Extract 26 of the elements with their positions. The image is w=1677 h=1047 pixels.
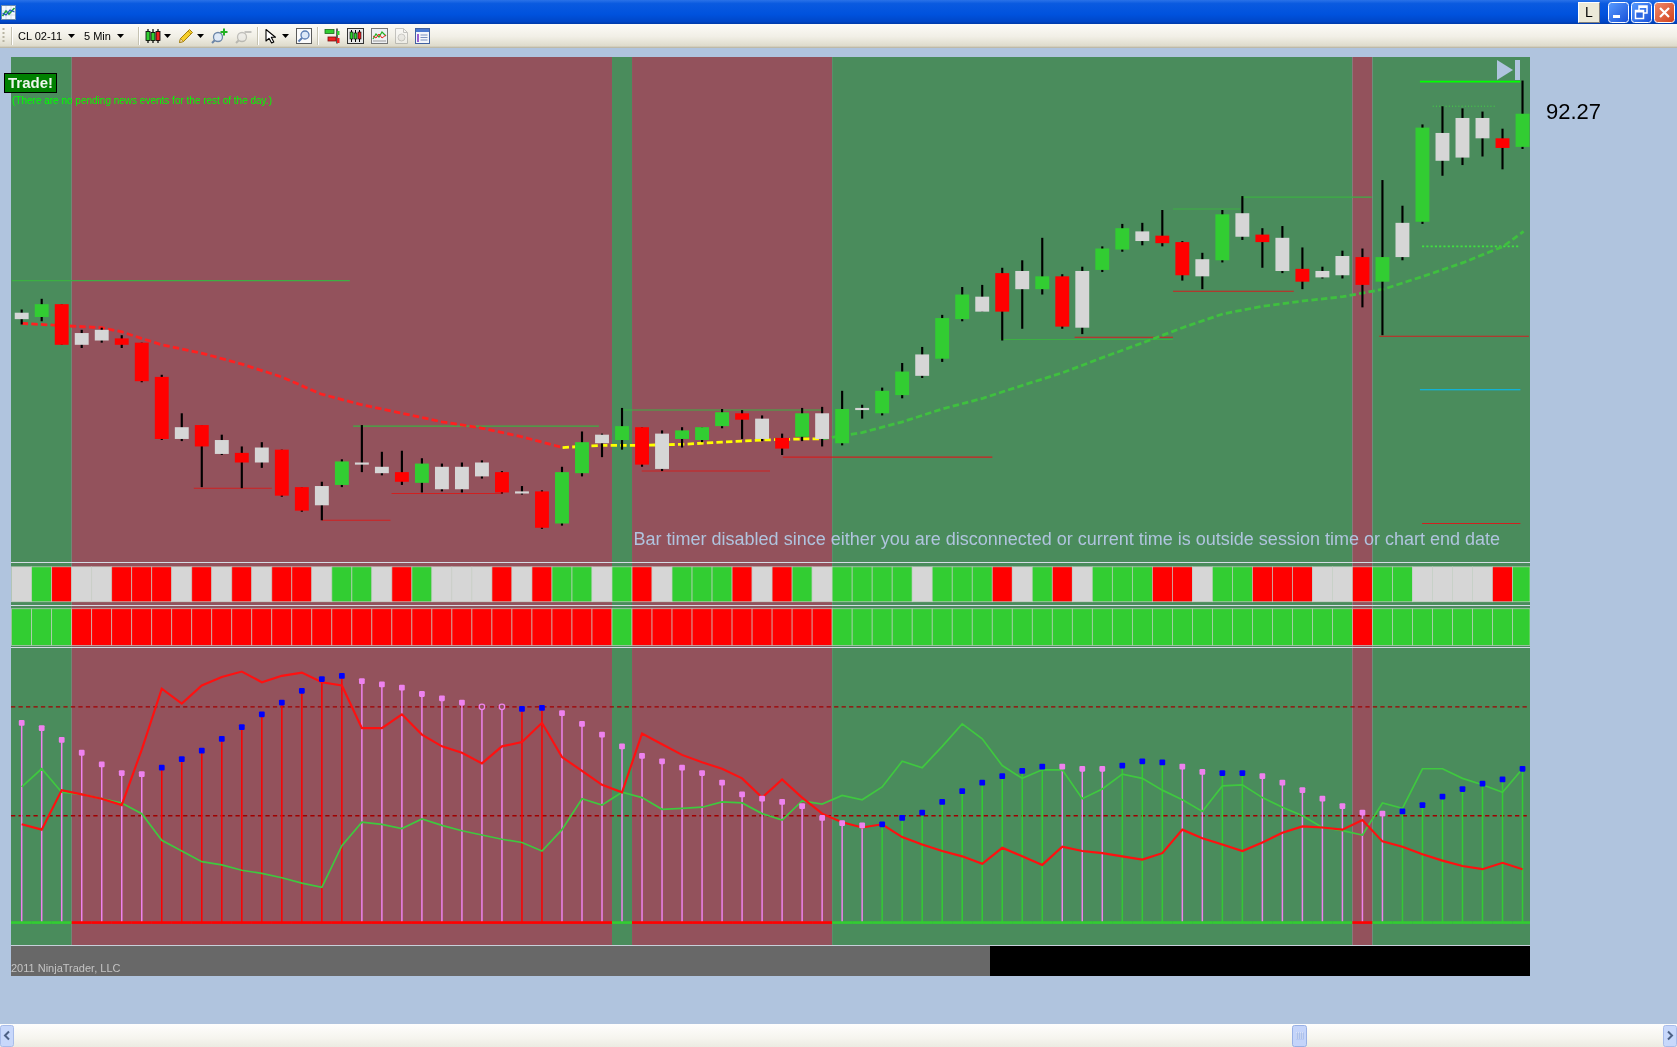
caret-icon[interactable] [196, 33, 204, 38]
candlestick-box-icon[interactable] [346, 27, 364, 44]
line-chart-icon[interactable] [370, 27, 388, 44]
colored-bars-icon[interactable] [323, 27, 340, 44]
last-price-label: 92.27 [1546, 101, 1602, 123]
copyright-text: 2011 NinjaTrader, LLC [11, 962, 121, 976]
restore-icon[interactable] [1631, 1, 1652, 23]
chevron-left-icon[interactable] [0, 1024, 14, 1047]
caret-icon[interactable] [281, 33, 289, 38]
window-caption-button[interactable]: L [1578, 1, 1600, 23]
interval-dropdown[interactable]: 5 Min [84, 25, 133, 46]
scrollbar-thumb[interactable] [1292, 1024, 1307, 1047]
pointer-icon[interactable] [263, 27, 279, 44]
chevron-right-icon[interactable] [1663, 1024, 1677, 1047]
zoom-in-icon[interactable] [210, 27, 228, 44]
close-icon[interactable] [1654, 1, 1675, 23]
minimize-icon[interactable] [1608, 1, 1629, 23]
app-chart-icon [1, 4, 16, 20]
instrument-dropdown[interactable]: CL 02-11 [18, 25, 85, 46]
caret-icon[interactable] [68, 33, 76, 38]
magnifier-box-icon[interactable] [295, 27, 312, 44]
window-icon[interactable] [414, 27, 430, 44]
caret-icon[interactable] [116, 33, 124, 38]
caret-icon[interactable] [163, 33, 171, 38]
candlestick-icon[interactable] [144, 27, 161, 44]
grip-icon[interactable] [2, 26, 5, 45]
